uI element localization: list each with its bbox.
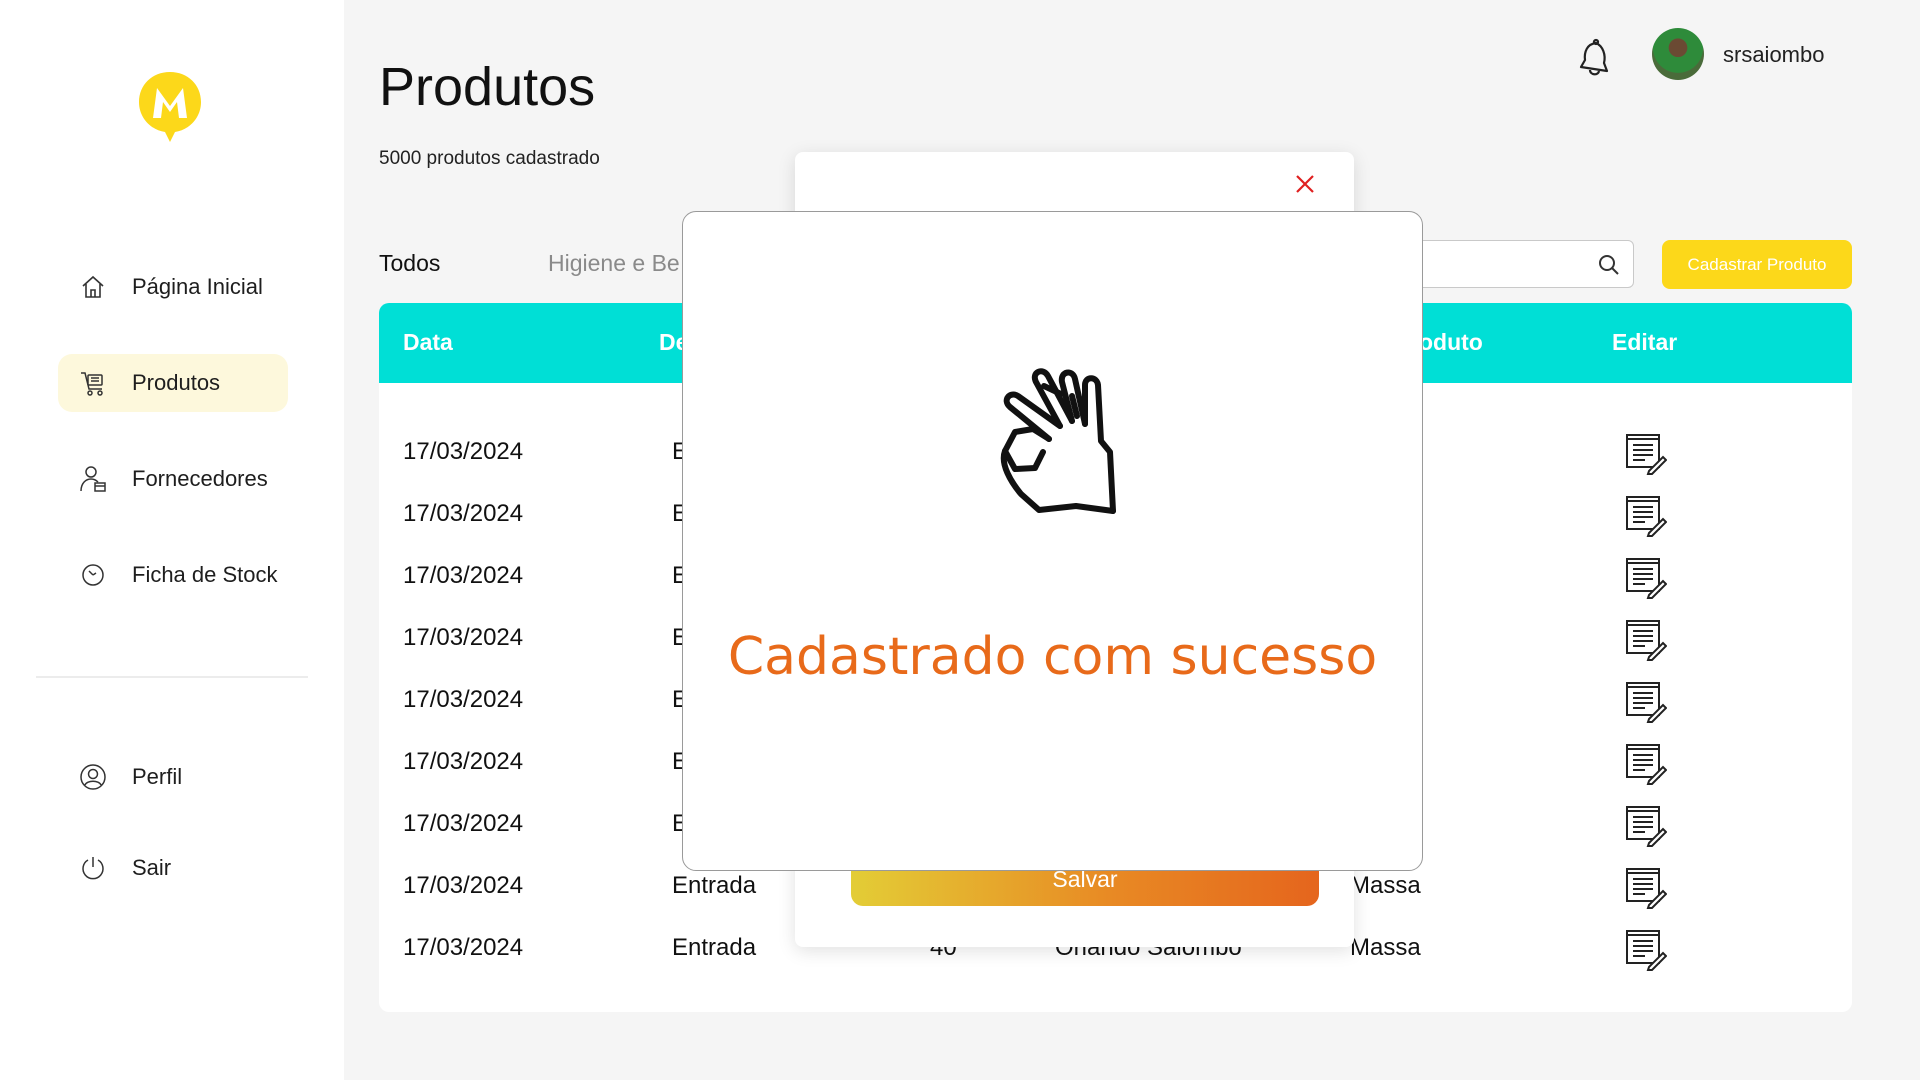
sidebar-item-produtos[interactable]: Produtos — [58, 354, 288, 412]
user-circle-icon — [78, 762, 108, 792]
edit-icon[interactable] — [1623, 617, 1668, 661]
edit-icon[interactable] — [1623, 555, 1668, 599]
edit-icon[interactable] — [1623, 927, 1668, 971]
sidebar-divider — [36, 676, 308, 678]
edit-icon[interactable] — [1623, 431, 1668, 475]
cart-icon — [78, 368, 108, 398]
search-input[interactable] — [1409, 241, 1579, 287]
sidebar-item-label: Ficha de Stock — [132, 562, 278, 587]
cell-data: 17/03/2024 — [403, 872, 524, 899]
logo — [137, 70, 203, 144]
edit-icon[interactable] — [1623, 865, 1668, 909]
sidebar-item-pagina-inicial[interactable]: Página Inicial — [58, 258, 288, 316]
cell-data: 17/03/2024 — [403, 686, 524, 713]
tab-todos[interactable]: Todos — [379, 250, 440, 277]
edit-icon[interactable] — [1623, 741, 1668, 785]
edit-icon[interactable] — [1623, 803, 1668, 847]
ok-hand-icon — [973, 324, 1133, 524]
sidebar-item-ficha-de-stock[interactable]: Ficha de Stock — [58, 546, 288, 604]
sidebar-item-label: Produtos — [132, 370, 221, 395]
sidebar-item-label: Fornecedores — [132, 466, 268, 491]
power-icon — [78, 853, 108, 883]
sidebar-item-sair[interactable]: Sair — [58, 839, 288, 897]
edit-icon[interactable] — [1623, 679, 1668, 723]
sidebar: Página Inicial Produtos Fornecedores Fic… — [0, 0, 344, 1080]
clock-icon — [78, 560, 108, 590]
sidebar-item-label: Sair — [132, 855, 172, 880]
column-header-editar: Editar — [1612, 329, 1678, 355]
avatar[interactable] — [1652, 28, 1704, 80]
search-icon[interactable] — [1597, 253, 1621, 277]
success-dialog: Cadastrado com sucesso — [682, 211, 1423, 871]
cell-data: 17/03/2024 — [403, 562, 524, 589]
page-title: Produtos — [379, 57, 596, 117]
cell-data: 17/03/2024 — [403, 748, 524, 775]
cell-data: 17/03/2024 — [403, 934, 524, 961]
success-message: Cadastrado com sucesso — [727, 627, 1378, 687]
sidebar-item-label: Perfil — [132, 764, 183, 789]
username[interactable]: srsaiombo — [1723, 42, 1824, 68]
product-count: 5000 produtos cadastrado — [379, 148, 600, 169]
close-icon[interactable] — [1289, 168, 1321, 200]
sidebar-item-perfil[interactable]: Perfil — [58, 748, 288, 806]
sidebar-item-label: Página Inicial — [132, 274, 263, 299]
cell-data: 17/03/2024 — [403, 438, 524, 465]
cell-data: 17/03/2024 — [403, 810, 524, 837]
edit-icon[interactable] — [1623, 493, 1668, 537]
column-header-data: Data — [403, 329, 453, 355]
cell-produto: Massa — [1350, 934, 1421, 961]
bell-icon[interactable] — [1576, 38, 1614, 78]
cell-desc: Entrada — [672, 934, 757, 961]
sidebar-item-fornecedores[interactable]: Fornecedores — [58, 450, 288, 508]
search-box — [1408, 240, 1634, 288]
home-icon — [78, 272, 108, 302]
column-header-produto: oduto — [1419, 329, 1483, 355]
tab-higiene[interactable]: Higiene e Be — [548, 250, 680, 277]
cell-data: 17/03/2024 — [403, 500, 524, 527]
cadastrar-produto-button[interactable]: Cadastrar Produto — [1662, 240, 1852, 289]
cell-data: 17/03/2024 — [403, 624, 524, 651]
supplier-icon — [78, 464, 108, 494]
